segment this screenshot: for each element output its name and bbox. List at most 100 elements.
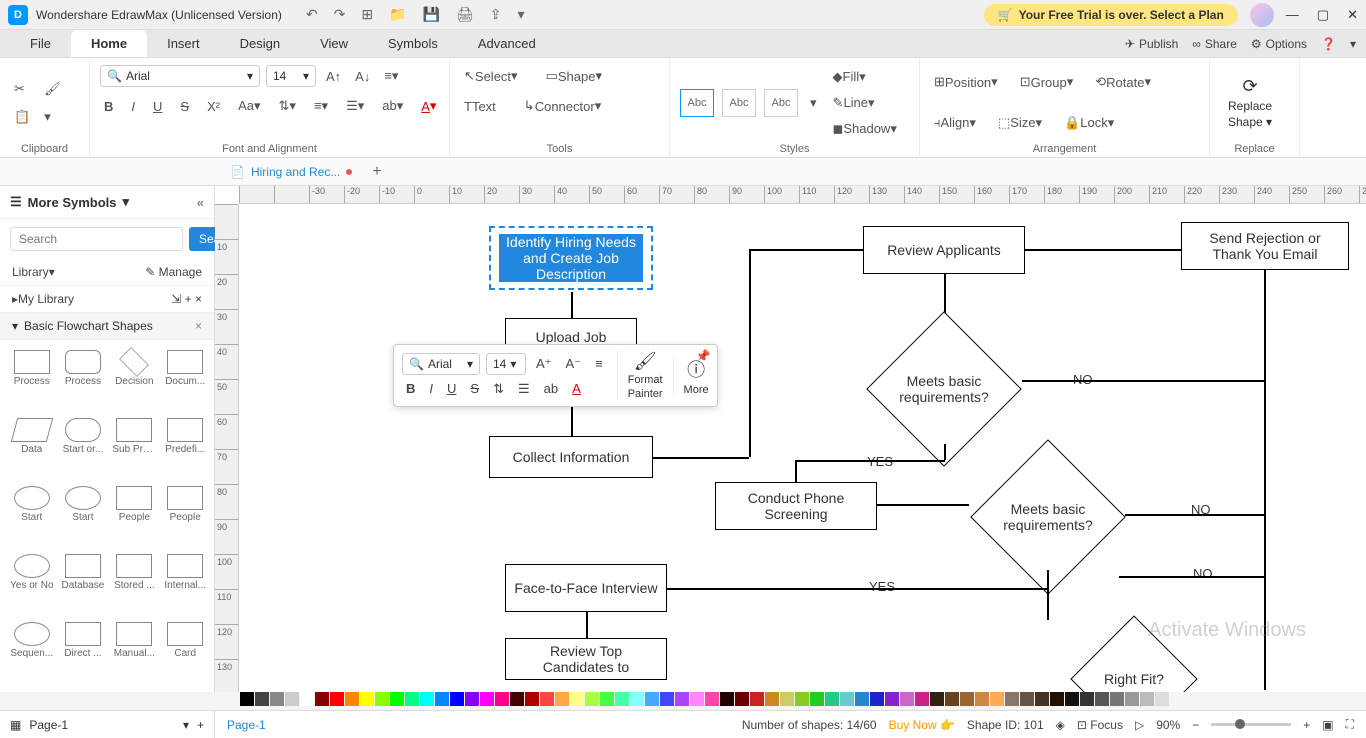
select-tool[interactable]: ↖ Select▾ [460, 64, 522, 88]
lib-add-icon[interactable]: + [185, 292, 192, 306]
node-review-candidates[interactable]: Review Top Candidates to [505, 638, 667, 680]
mini-align[interactable]: ≡ [591, 354, 607, 373]
manage-link[interactable]: ✎ Manage [145, 265, 202, 279]
shape-palette-item[interactable]: Stored ... [110, 552, 158, 616]
shape-palette-item[interactable]: Database [60, 552, 107, 616]
shadow-button[interactable]: ◼ Shadow▾ [829, 117, 901, 141]
color-swatch[interactable] [735, 692, 749, 706]
font-size-combo[interactable]: 14▾ [266, 65, 316, 87]
color-swatch[interactable] [990, 692, 1004, 706]
shape-palette-item[interactable]: Direct ... [60, 620, 107, 684]
connector[interactable] [1022, 380, 1264, 382]
shape-search-input[interactable] [10, 227, 183, 251]
connector[interactable] [1264, 270, 1266, 690]
color-swatch[interactable] [1050, 692, 1064, 706]
underline-button[interactable]: U [149, 95, 166, 118]
color-swatch[interactable] [255, 692, 269, 706]
node-identify-hiring[interactable]: Identify Hiring Needs and Create Job Des… [489, 226, 653, 290]
shape-palette-item[interactable]: Card [162, 620, 208, 684]
style-more-icon[interactable]: ▾ [806, 91, 821, 115]
strike-button[interactable]: S [176, 95, 193, 118]
color-palette-bar[interactable] [240, 692, 1346, 708]
shape-palette-item[interactable]: Process [60, 348, 107, 412]
node-collect-info[interactable]: Collect Information [489, 436, 653, 478]
connector[interactable] [795, 461, 797, 483]
shape-palette-item[interactable]: Data [8, 416, 56, 480]
connector[interactable] [653, 457, 749, 459]
color-swatch[interactable] [270, 692, 284, 706]
color-swatch[interactable] [960, 692, 974, 706]
group-button[interactable]: ⊡ Group▾ [1016, 70, 1078, 94]
status-page[interactable]: Page-1 [227, 718, 266, 732]
color-swatch[interactable] [765, 692, 779, 706]
shape-palette-item[interactable]: Manual... [110, 620, 158, 684]
menu-file[interactable]: File [10, 30, 71, 57]
connector[interactable] [1025, 249, 1181, 251]
close-button[interactable]: ✕ [1347, 7, 1358, 23]
color-swatch[interactable] [1020, 692, 1034, 706]
decrease-font-button[interactable]: A↓ [351, 65, 374, 88]
connector[interactable] [1047, 570, 1049, 620]
fit-page-icon[interactable]: ▣ [1322, 718, 1333, 732]
copy-button[interactable]: 📋 [10, 105, 34, 129]
color-swatch[interactable] [810, 692, 824, 706]
more-symbols-header[interactable]: ☰ More Symbols▾ « [0, 186, 214, 219]
color-swatch[interactable] [870, 692, 884, 706]
font-color-button[interactable]: A▾ [417, 94, 440, 118]
open-icon[interactable]: 📁 [389, 6, 406, 23]
color-swatch[interactable] [630, 692, 644, 706]
mini-bullets[interactable]: ☰ [514, 379, 534, 399]
color-swatch[interactable] [1095, 692, 1109, 706]
color-swatch[interactable] [570, 692, 584, 706]
undo-icon[interactable]: ↶ [306, 6, 318, 23]
presentation-icon[interactable]: ▷ [1135, 718, 1144, 732]
shape-tool[interactable]: ▭ Shape▾ [542, 64, 606, 88]
options-button[interactable]: ⚙Options [1251, 37, 1307, 51]
format-painter-mini[interactable]: 🖌 Format Painter [617, 351, 663, 400]
shape-palette-item[interactable]: Sub Pro... [110, 416, 158, 480]
node-right-fit[interactable]: Right Fit? [1070, 615, 1197, 692]
mini-highlight[interactable]: ab [540, 379, 562, 398]
color-swatch[interactable] [855, 692, 869, 706]
color-swatch[interactable] [285, 692, 299, 706]
size-button[interactable]: ⬚ Size▾ [994, 111, 1046, 135]
color-swatch[interactable] [1065, 692, 1079, 706]
page-name[interactable]: Page-1 [29, 718, 68, 732]
color-swatch[interactable] [495, 692, 509, 706]
style-preset-1[interactable]: Abc [680, 89, 714, 117]
node-phone-screening[interactable]: Conduct Phone Screening [715, 482, 877, 530]
color-swatch[interactable] [1110, 692, 1124, 706]
text-tool[interactable]: T Text [460, 94, 500, 118]
pages-icon[interactable]: ▦ [10, 718, 21, 732]
color-swatch[interactable] [930, 692, 944, 706]
mini-underline[interactable]: U [443, 379, 460, 398]
new-icon[interactable]: ⊞ [361, 6, 373, 23]
color-swatch[interactable] [480, 692, 494, 706]
shape-palette-item[interactable]: Yes or No [8, 552, 56, 616]
connector[interactable] [571, 292, 573, 318]
align-arrange-button[interactable]: ⫞ Align▾ [930, 111, 980, 135]
highlight-button[interactable]: ab▾ [378, 94, 407, 118]
node-rejection-email[interactable]: Send Rejection or Thank You Email [1181, 222, 1349, 270]
font-combo[interactable]: 🔍Arial▾ [100, 65, 260, 87]
shape-palette-item[interactable]: Process [8, 348, 56, 412]
menu-home[interactable]: Home [71, 30, 147, 57]
fill-button[interactable]: ◆ Fill▾ [829, 65, 901, 89]
color-swatch[interactable] [600, 692, 614, 706]
shape-palette-item[interactable]: Decision [110, 348, 158, 412]
pin-icon[interactable]: 📌 [696, 349, 711, 363]
zoom-in-button[interactable]: + [1303, 718, 1310, 732]
print-icon[interactable]: 🖨 [456, 6, 474, 23]
mini-inc-font[interactable]: A⁺ [532, 354, 556, 374]
user-avatar[interactable] [1250, 3, 1274, 27]
replace-shape-button[interactable]: ⟳ Replace Shape ▾ [1220, 72, 1280, 133]
minimize-button[interactable]: — [1286, 7, 1299, 23]
bold-button[interactable]: B [100, 95, 117, 118]
flowchart-section-header[interactable]: ▾ Basic Flowchart Shapes × [0, 313, 214, 340]
color-swatch[interactable] [900, 692, 914, 706]
color-swatch[interactable] [645, 692, 659, 706]
connector[interactable] [749, 249, 863, 251]
mini-bold[interactable]: B [402, 379, 419, 398]
line-button[interactable]: ✎ Line▾ [829, 91, 901, 115]
color-swatch[interactable] [720, 692, 734, 706]
